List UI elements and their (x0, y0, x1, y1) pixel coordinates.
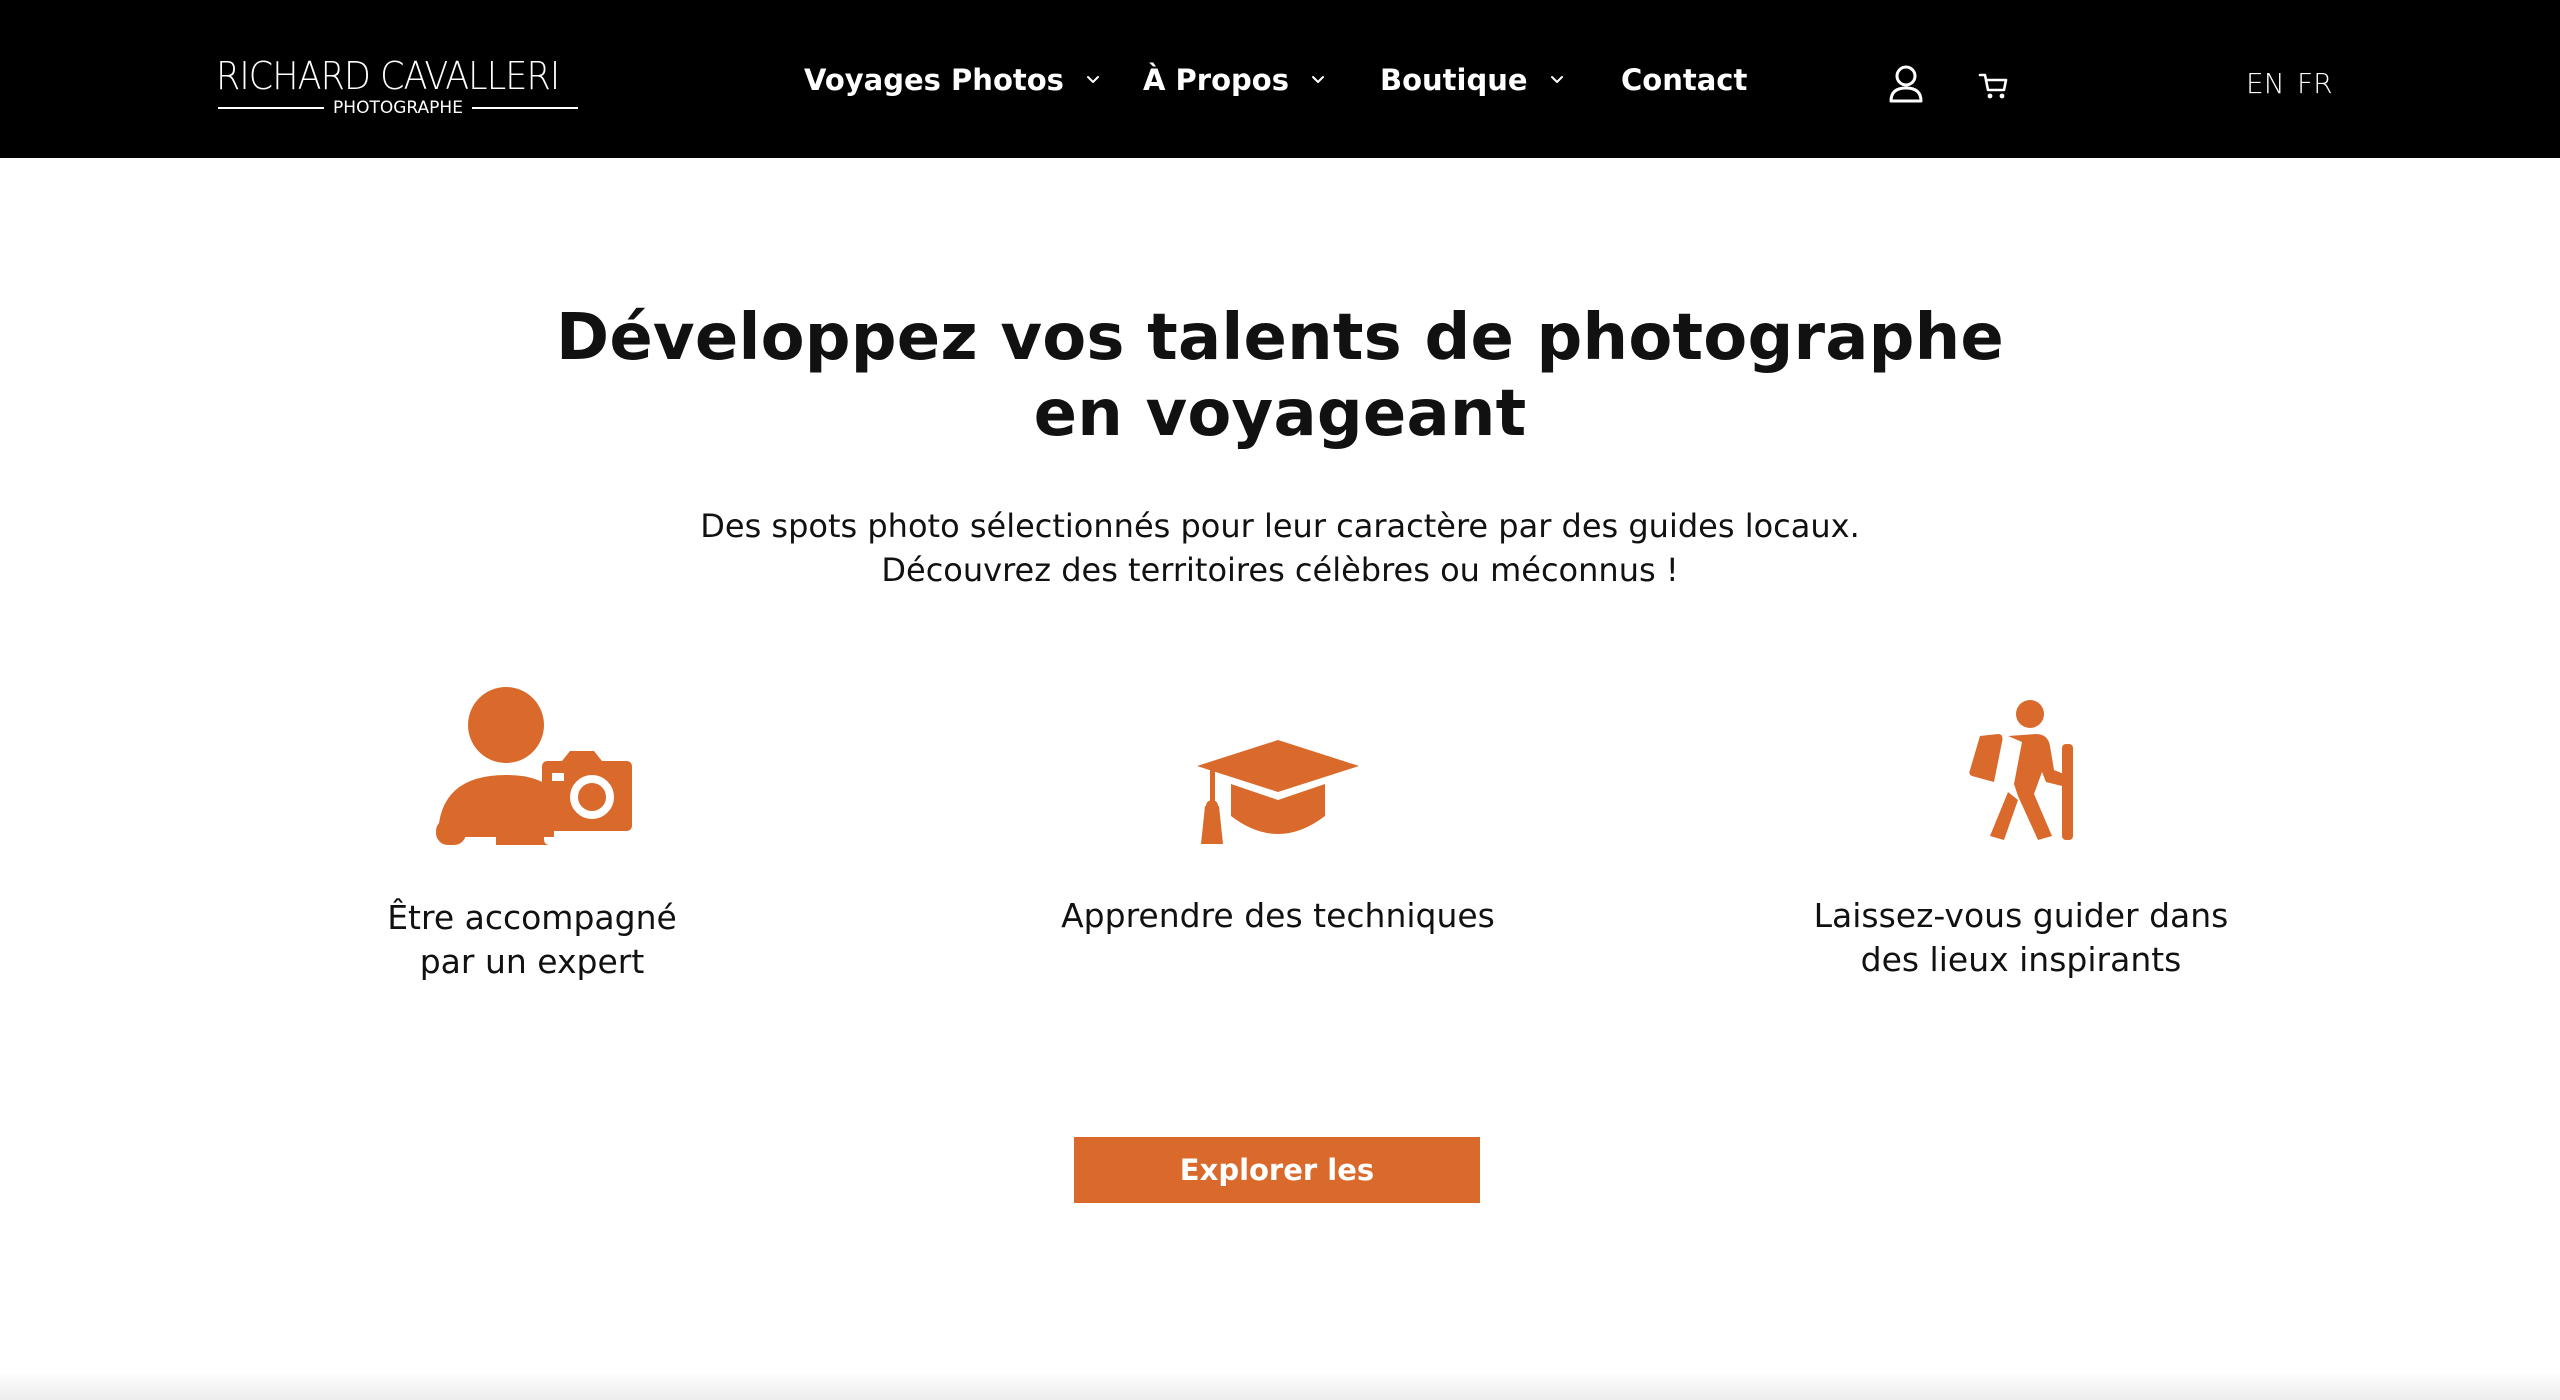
feature-guided-places: Laissez-vous guider dans des lieux inspi… (1721, 680, 2321, 1000)
page-title: Développez vos talents de photographe en… (480, 300, 2080, 452)
feature-label-line-1: Apprendre des techniques (1061, 896, 1495, 935)
page-title-line-1: Développez vos talents de photographe (556, 301, 2004, 375)
page-subtitle: Des spots photo sélectionnés pour leur c… (480, 504, 2080, 592)
brand-name: RICHARD CAVALLERI (216, 54, 560, 98)
cart-icon[interactable] (1978, 70, 2010, 102)
chevron-down-icon (1311, 76, 1324, 83)
nav-item-label: Voyages Photos (804, 63, 1064, 97)
nav-item-boutique[interactable]: Boutique (1380, 58, 1566, 102)
feature-techniques: Apprendre des techniques (978, 680, 1578, 1000)
photographer-camera-icon (436, 687, 632, 845)
nav-item-a-propos[interactable]: À Propos (1143, 58, 1327, 102)
brand-logo[interactable]: RICHARD CAVALLERI PHOTOGRAPHE (216, 54, 580, 118)
logo-divider-left (218, 107, 324, 109)
nav-item-label: Boutique (1380, 63, 1528, 97)
chevron-down-icon (1086, 76, 1099, 83)
page-title-line-2: en voyageant (1033, 377, 1527, 451)
hiker-icon (1969, 700, 2073, 840)
explore-destinations-button[interactable]: Explorer les destinations (1074, 1137, 1480, 1253)
site-header: RICHARD CAVALLERI PHOTOGRAPHE Voyages Ph… (0, 0, 2560, 158)
nav-item-voyages-photos[interactable]: Voyages Photos (804, 58, 1102, 102)
page-subtitle-line-1: Des spots photo sélectionnés pour leur c… (700, 507, 1860, 545)
feature-label-line-2: par un expert (419, 942, 645, 981)
brand-tagline: PHOTOGRAPHE (333, 98, 463, 118)
page-subtitle-line-2: Découvrez des territoires célèbres ou mé… (881, 551, 1679, 589)
language-fr[interactable]: FR (2297, 64, 2333, 104)
logo-divider-right (472, 107, 578, 109)
feature-label: Laissez-vous guider dans des lieux inspi… (1721, 894, 2321, 982)
nav-item-label: Contact (1621, 63, 1748, 97)
feature-label-line-2: des lieux inspirants (1860, 940, 2182, 979)
section-divider (0, 1372, 2560, 1400)
nav-item-label: À Propos (1143, 63, 1289, 97)
feature-label: Apprendre des techniques (978, 894, 1578, 938)
language-en[interactable]: EN (2246, 64, 2285, 104)
feature-label-line-1: Être accompagné (387, 898, 677, 937)
user-icon[interactable] (1888, 64, 1924, 104)
feature-label: Être accompagné par un expert (232, 896, 832, 984)
graduation-cap-icon (1197, 740, 1359, 844)
nav-item-contact[interactable]: Contact (1621, 58, 1747, 102)
feature-expert: Être accompagné par un expert (232, 680, 832, 1000)
chevron-down-icon (1550, 76, 1563, 83)
feature-label-line-1: Laissez-vous guider dans (1813, 896, 2229, 935)
